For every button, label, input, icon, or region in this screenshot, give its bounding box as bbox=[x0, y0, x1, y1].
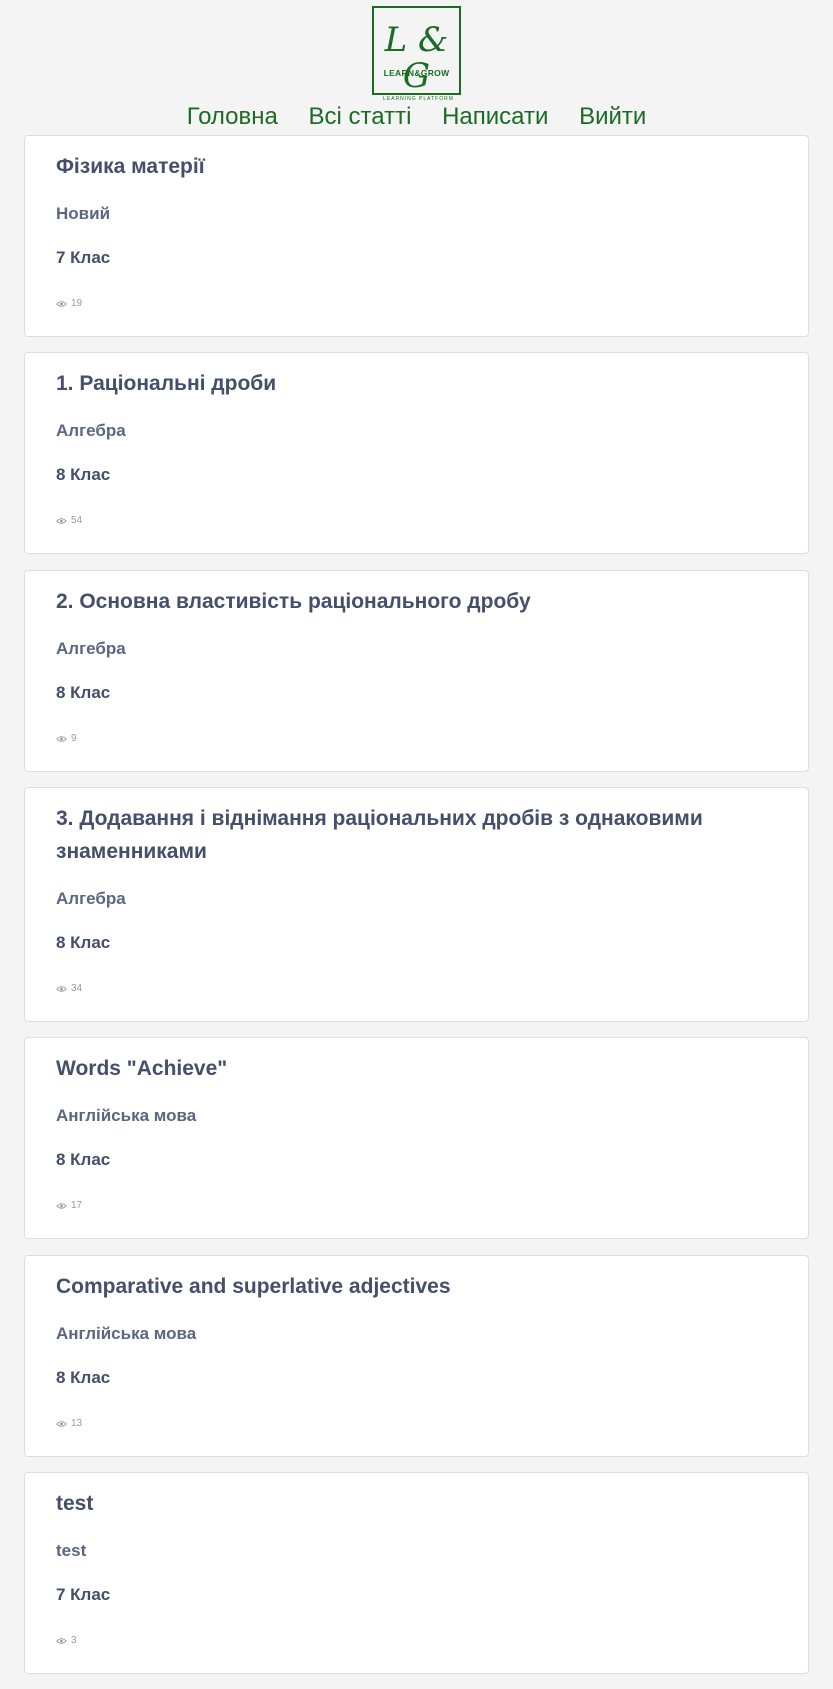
article-subject: Алгебра bbox=[56, 639, 126, 658]
article-subject: test bbox=[56, 1541, 87, 1560]
article-title[interactable]: 3. Додавання і віднімання раціональних д… bbox=[56, 802, 776, 868]
article-card[interactable]: test test 7 Клас 3 bbox=[24, 1472, 809, 1674]
article-views: 34 bbox=[56, 983, 82, 994]
eye-icon bbox=[56, 517, 67, 524]
article-subject: Алгебра bbox=[56, 421, 126, 440]
article-views: 3 bbox=[56, 1635, 77, 1646]
logo[interactable]: L & G LEARN&GROW LEARNING PLATFORM bbox=[372, 6, 463, 102]
article-title[interactable]: 2. Основна властивість раціонального дро… bbox=[56, 585, 776, 618]
nav-write[interactable]: Написати bbox=[442, 103, 548, 130]
article-grade: 8 Клас bbox=[56, 1150, 111, 1169]
article-grade: 8 Клас bbox=[56, 933, 111, 952]
article-subject: Англійська мова bbox=[56, 1106, 197, 1125]
logo-mark: L & G bbox=[384, 20, 449, 96]
nav-logout[interactable]: Вийти bbox=[579, 103, 646, 130]
header: L & G LEARN&GROW LEARNING PLATFORM Голов… bbox=[0, 0, 833, 130]
article-views: 19 bbox=[56, 298, 82, 309]
views-count: 19 bbox=[71, 298, 83, 309]
views-count: 34 bbox=[71, 983, 83, 994]
article-card[interactable]: Comparative and superlative adjectives А… bbox=[24, 1255, 809, 1457]
article-title[interactable]: test bbox=[56, 1487, 776, 1520]
nav-all-articles[interactable]: Всі статті bbox=[309, 103, 412, 130]
article-card[interactable]: Фізика матерії Новий 7 Клас 19 bbox=[24, 135, 809, 337]
eye-icon bbox=[56, 985, 67, 992]
views-count: 17 bbox=[71, 1200, 83, 1211]
article-card[interactable]: 2. Основна властивість раціонального дро… bbox=[24, 570, 809, 772]
article-views: 54 bbox=[56, 515, 82, 526]
article-subject: Новий bbox=[56, 204, 111, 223]
article-views: 17 bbox=[56, 1200, 82, 1211]
eye-icon bbox=[56, 300, 67, 307]
article-card[interactable]: 1. Раціональні дроби Алгебра 8 Клас 54 bbox=[24, 352, 809, 554]
article-subject: Англійська мова bbox=[56, 1324, 197, 1343]
views-count: 13 bbox=[71, 1418, 83, 1429]
eye-icon bbox=[56, 1202, 67, 1209]
article-grade: 8 Клас bbox=[56, 683, 111, 702]
eye-icon bbox=[56, 1637, 67, 1644]
article-title[interactable]: Comparative and superlative adjectives bbox=[56, 1270, 776, 1303]
article-subject: Алгебра bbox=[56, 889, 126, 908]
nav-home[interactable]: Головна bbox=[187, 103, 278, 130]
logo-subtitle: LEARN&GROW bbox=[383, 68, 450, 78]
article-card[interactable]: 3. Додавання і віднімання раціональних д… bbox=[24, 787, 809, 1022]
article-title[interactable]: 1. Раціональні дроби bbox=[56, 367, 776, 400]
article-grade: 7 Клас bbox=[56, 1585, 111, 1604]
article-views: 9 bbox=[56, 733, 77, 744]
views-count: 3 bbox=[71, 1635, 77, 1646]
article-grade: 7 Клас bbox=[56, 248, 111, 267]
eye-icon bbox=[56, 735, 67, 742]
main-nav: Головна Всі статті Написати Вийти bbox=[0, 102, 833, 132]
article-title[interactable]: Words "Achieve" bbox=[56, 1052, 776, 1085]
article-grade: 8 Клас bbox=[56, 1368, 111, 1387]
views-count: 9 bbox=[71, 733, 77, 744]
eye-icon bbox=[56, 1420, 67, 1427]
article-grade: 8 Клас bbox=[56, 465, 111, 484]
article-card[interactable]: Words "Achieve" Англійська мова 8 Клас 1… bbox=[24, 1037, 809, 1239]
article-views: 13 bbox=[56, 1418, 82, 1429]
article-title[interactable]: Фізика матерії bbox=[56, 150, 776, 183]
views-count: 54 bbox=[71, 515, 83, 526]
